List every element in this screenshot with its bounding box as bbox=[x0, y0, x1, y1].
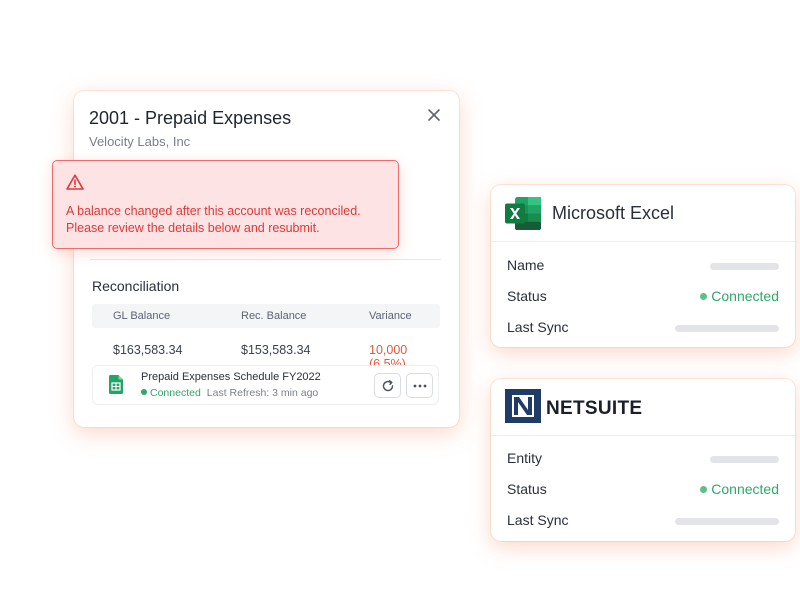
table-header: GL Balance Rec. Balance Variance bbox=[92, 304, 440, 328]
gl-balance-value: $163,583.34 bbox=[113, 343, 183, 357]
excel-logo-icon bbox=[505, 197, 541, 230]
placeholder-bar bbox=[710, 263, 779, 270]
integration-name: Microsoft Excel bbox=[552, 203, 675, 223]
alert-message: A balance changed after this account was… bbox=[66, 203, 391, 237]
alert-line-1: A balance changed after this account was… bbox=[66, 204, 361, 218]
account-title: 2001 - Prepaid Expenses bbox=[89, 108, 292, 128]
placeholder-bar bbox=[710, 456, 779, 463]
more-horizontal-icon bbox=[413, 384, 426, 387]
close-icon[interactable] bbox=[425, 106, 443, 124]
row-label: Entity bbox=[507, 450, 543, 466]
refresh-button[interactable] bbox=[374, 373, 401, 398]
attachment-name: Prepaid Expenses Schedule FY2022 bbox=[141, 371, 321, 383]
row-label: Status bbox=[507, 481, 547, 497]
excel-row-last-sync: Last Sync bbox=[507, 317, 779, 337]
netsuite-card-header: NETSUITE bbox=[491, 379, 795, 436]
rec-balance-value: $153,583.34 bbox=[241, 343, 311, 357]
status-dot-icon bbox=[141, 389, 147, 395]
row-label: Status bbox=[507, 288, 547, 304]
netsuite-logo-icon bbox=[505, 389, 541, 423]
column-header-rec-balance: Rec. Balance bbox=[241, 310, 307, 322]
netsuite-row-last-sync: Last Sync bbox=[507, 510, 779, 530]
account-entity: Velocity Labs, Inc bbox=[89, 134, 191, 149]
attachment-status-line: Connected Last Refresh: 3 min ago bbox=[141, 387, 318, 399]
placeholder-bar bbox=[675, 325, 779, 332]
status-badge: Connected bbox=[700, 481, 779, 497]
attachment-row[interactable]: Prepaid Expenses Schedule FY2022 Connect… bbox=[92, 365, 439, 405]
column-header-gl-balance: GL Balance bbox=[113, 310, 171, 322]
divider bbox=[90, 259, 441, 260]
account-reconciliation-card: 2001 - Prepaid Expenses Velocity Labs, I… bbox=[74, 91, 459, 427]
warning-icon bbox=[66, 174, 84, 195]
row-label: Last Sync bbox=[507, 319, 569, 335]
refresh-icon bbox=[382, 379, 393, 391]
netsuite-integration-card: NETSUITE Entity Status Connected Last Sy… bbox=[491, 379, 795, 541]
netsuite-row-entity: Entity bbox=[507, 448, 779, 468]
row-label: Last Sync bbox=[507, 512, 569, 528]
more-options-button[interactable] bbox=[406, 373, 433, 398]
netsuite-logo-text: NETSUITE bbox=[546, 398, 643, 419]
table-row: $163,583.34 $153,583.34 10,000 (6.5%) bbox=[92, 337, 440, 371]
status-badge: Connected bbox=[700, 288, 779, 304]
netsuite-row-status: Status Connected bbox=[507, 479, 779, 499]
last-refresh: Last Refresh: 3 min ago bbox=[206, 387, 319, 399]
google-sheets-icon bbox=[109, 375, 123, 394]
column-header-variance: Variance bbox=[369, 310, 412, 322]
reconciliation-alert: A balance changed after this account was… bbox=[52, 160, 399, 249]
excel-row-name: Name bbox=[507, 255, 779, 275]
status-dot-icon bbox=[700, 486, 708, 493]
attachment-status: Connected bbox=[150, 387, 201, 399]
excel-row-status: Status Connected bbox=[507, 286, 779, 306]
section-title: Reconciliation bbox=[92, 278, 180, 294]
row-label: Name bbox=[507, 257, 545, 273]
placeholder-bar bbox=[675, 518, 779, 525]
alert-line-2: Please review the details below and resu… bbox=[66, 221, 320, 235]
status-dot-icon bbox=[700, 293, 708, 300]
excel-integration-card: Microsoft Excel Name Status Connected La… bbox=[491, 185, 795, 347]
status-value: Connected bbox=[711, 481, 779, 497]
status-value: Connected bbox=[711, 288, 779, 304]
excel-card-header: Microsoft Excel bbox=[491, 185, 795, 242]
